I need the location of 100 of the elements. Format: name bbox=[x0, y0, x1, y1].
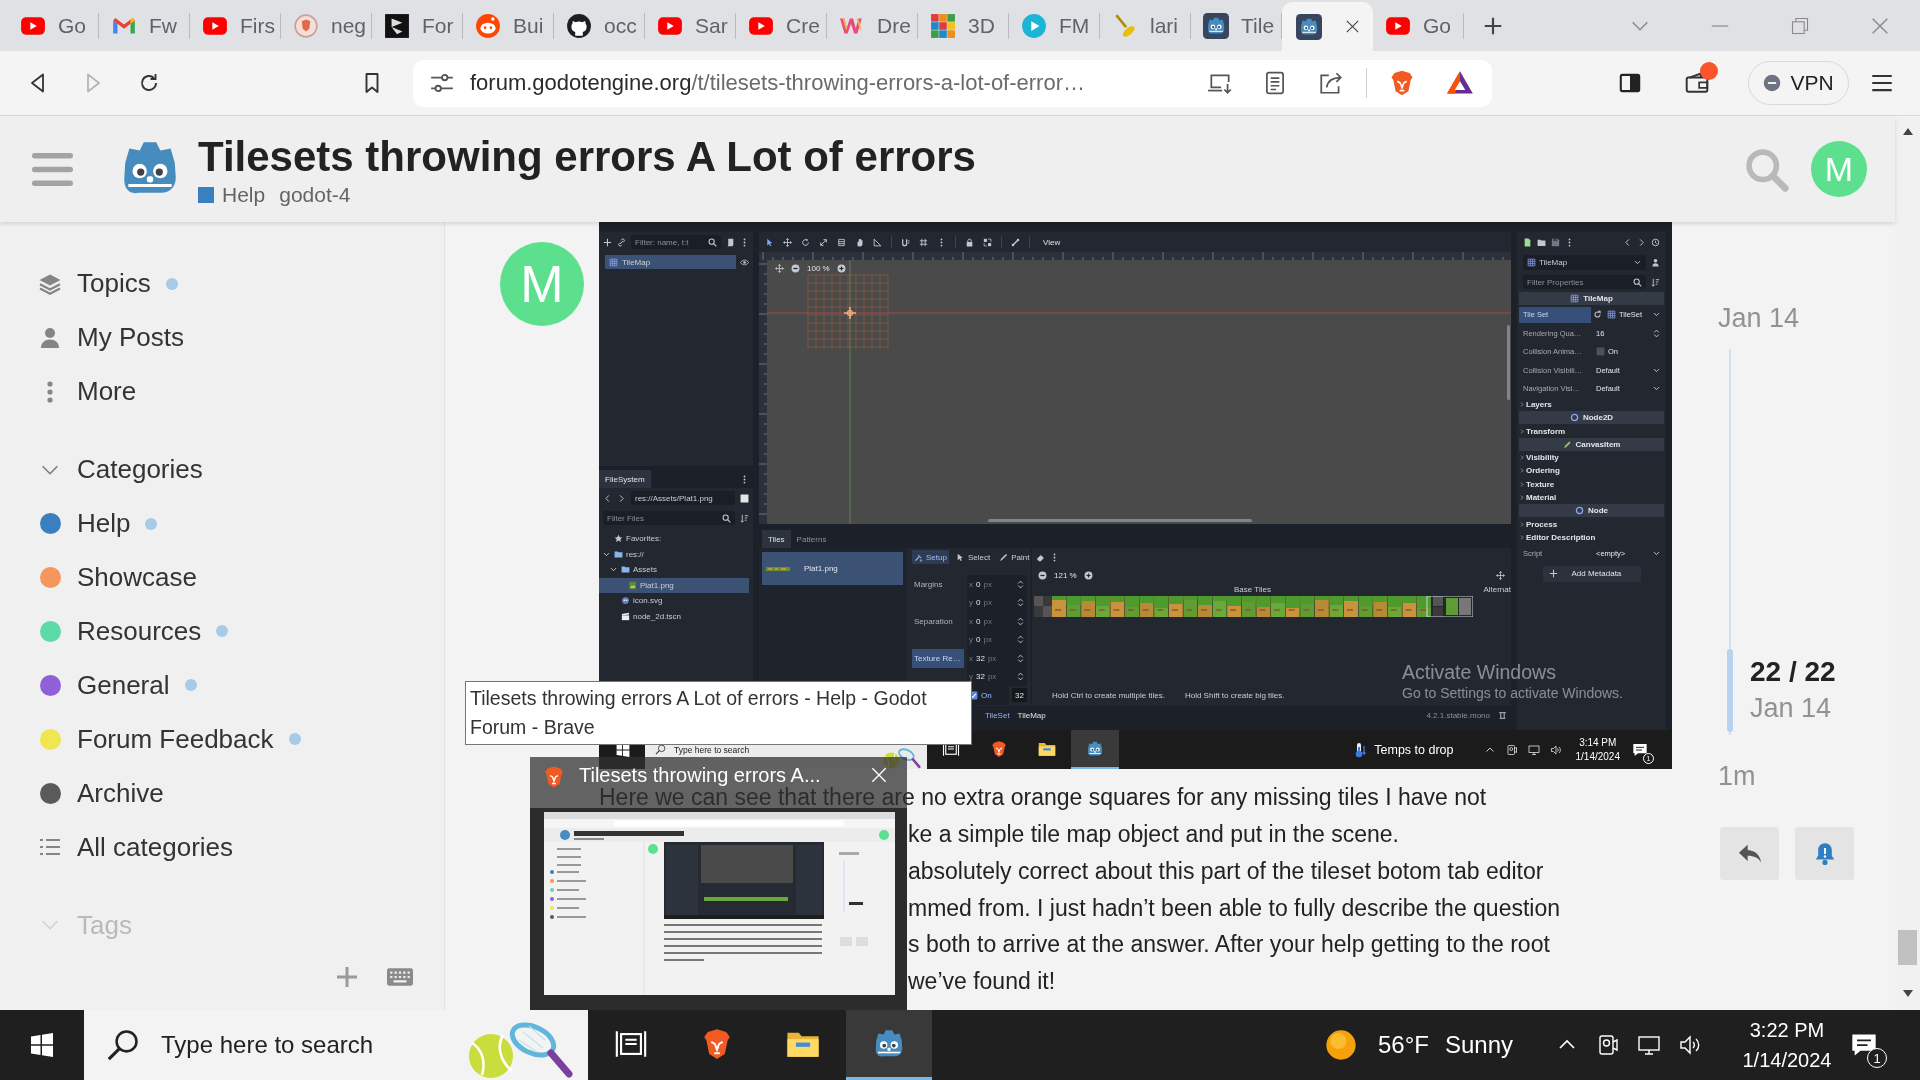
notification-icon[interactable] bbox=[1632, 741, 1648, 758]
property-group[interactable]: Material bbox=[1519, 490, 1664, 505]
move-icon[interactable] bbox=[783, 237, 792, 247]
browser-tab[interactable]: Bui bbox=[463, 0, 554, 51]
browser-tab[interactable]: Dre bbox=[827, 0, 918, 51]
group-icon[interactable] bbox=[983, 237, 992, 247]
property-group[interactable]: Transform bbox=[1519, 424, 1664, 438]
mode-button[interactable]: Setup bbox=[912, 550, 949, 564]
browser-tab[interactable]: Go bbox=[8, 0, 99, 51]
pointer-icon[interactable] bbox=[765, 237, 774, 247]
mode-button[interactable]: Select bbox=[953, 550, 993, 564]
section-header[interactable]: Node bbox=[1519, 504, 1664, 518]
weather-text[interactable]: Temps to drop bbox=[1374, 742, 1454, 757]
category-link[interactable]: Resources bbox=[0, 604, 237, 659]
share-icon[interactable] bbox=[1318, 70, 1344, 96]
filter-field[interactable]: Filter Properties bbox=[1523, 275, 1646, 289]
close-icon[interactable] bbox=[869, 765, 889, 785]
browser-tab[interactable]: Go bbox=[1373, 0, 1464, 51]
category-link[interactable]: General bbox=[0, 658, 205, 713]
file-tree-item[interactable]: icon.svg bbox=[599, 593, 749, 609]
mode-button[interactable]: Paint bbox=[997, 550, 1032, 564]
browser-tab[interactable]: For bbox=[372, 0, 463, 51]
search-field[interactable]: Type here to search bbox=[84, 1010, 588, 1080]
property-group[interactable]: Texture bbox=[1519, 477, 1664, 491]
zoom-in-icon[interactable] bbox=[836, 264, 846, 273]
network-icon[interactable] bbox=[1527, 743, 1540, 756]
forward-icon[interactable] bbox=[1637, 237, 1646, 247]
tile-source-item[interactable]: Plat1.png bbox=[762, 552, 903, 585]
sort-icon[interactable] bbox=[1651, 277, 1660, 287]
zoom-out-icon[interactable] bbox=[1038, 570, 1047, 580]
eraser-icon[interactable] bbox=[1036, 552, 1046, 562]
browser-tab[interactable]: neg bbox=[281, 0, 372, 51]
browser-tab[interactable]: lari bbox=[1100, 0, 1191, 51]
timeline-handle[interactable] bbox=[1727, 649, 1733, 732]
grid-icon[interactable] bbox=[919, 237, 928, 247]
history-icon[interactable] bbox=[1651, 237, 1660, 247]
file-tree-item[interactable]: Assets bbox=[599, 562, 749, 578]
path-field[interactable]: res://Assets/Plat1.png bbox=[631, 491, 735, 505]
category-link[interactable]: Help bbox=[0, 496, 166, 551]
list-icon[interactable] bbox=[837, 237, 846, 247]
property-group[interactable]: Visibility bbox=[1519, 451, 1664, 465]
back-icon[interactable] bbox=[1623, 237, 1632, 247]
keyboard-icon[interactable] bbox=[387, 967, 413, 986]
property-group[interactable]: Ordering bbox=[1519, 464, 1664, 478]
scale-icon[interactable] bbox=[819, 237, 828, 247]
panel-tab[interactable]: Patterns bbox=[790, 530, 833, 548]
folder-icon[interactable] bbox=[1537, 237, 1546, 247]
save-icon[interactable] bbox=[1551, 237, 1560, 247]
category-link[interactable]: Help bbox=[198, 181, 266, 209]
scene-tree-item[interactable]: TileMap bbox=[605, 255, 736, 269]
property-group[interactable]: Process bbox=[1519, 517, 1664, 531]
pin-icon[interactable] bbox=[1498, 710, 1507, 720]
editor-tab[interactable]: TileSet bbox=[985, 710, 1010, 720]
browser-tab[interactable]: FM bbox=[1009, 0, 1100, 51]
section-header[interactable]: Node2D bbox=[1519, 411, 1664, 425]
property-group[interactable]: Layers bbox=[1519, 397, 1664, 412]
filter-field[interactable]: Filter: name, t:t bbox=[631, 235, 721, 249]
person-icon[interactable] bbox=[1651, 257, 1660, 267]
temperature-text[interactable]: 56°F bbox=[1378, 1031, 1429, 1059]
sidebar-link[interactable]: My Posts bbox=[0, 310, 192, 365]
editor-tab[interactable]: TileMap bbox=[1017, 710, 1046, 720]
timeline-track[interactable] bbox=[1729, 349, 1731, 735]
weather-text[interactable]: Sunny bbox=[1444, 1031, 1513, 1059]
scroll-icon[interactable] bbox=[726, 237, 735, 247]
volume-icon[interactable] bbox=[1678, 1033, 1702, 1057]
link-icon[interactable] bbox=[617, 237, 626, 247]
file-tree-item[interactable]: Plat1.png bbox=[599, 577, 749, 593]
view-menu[interactable]: View bbox=[1039, 237, 1065, 247]
browser-tab[interactable]: occ bbox=[554, 0, 645, 51]
scroll-up-icon[interactable] bbox=[1901, 126, 1914, 136]
vpn-button[interactable]: VPN bbox=[1748, 61, 1849, 105]
visibility-icon[interactable] bbox=[740, 257, 749, 267]
close-icon[interactable] bbox=[1344, 18, 1361, 35]
move-icon[interactable] bbox=[775, 264, 784, 273]
property-group[interactable]: Editor Description bbox=[1519, 530, 1664, 545]
hand-icon[interactable] bbox=[855, 237, 864, 247]
number-field[interactable]: x 0 px bbox=[967, 612, 1027, 631]
ruler-icon[interactable] bbox=[873, 237, 882, 247]
lock-icon[interactable] bbox=[965, 237, 974, 247]
section-header[interactable]: CanvasItem bbox=[1519, 437, 1664, 451]
panel-tab[interactable]: Tiles bbox=[762, 530, 791, 548]
browser-tab[interactable]: Tile bbox=[1191, 0, 1282, 51]
plus-icon[interactable] bbox=[1482, 15, 1504, 37]
browser-tab[interactable]: Sar bbox=[645, 0, 736, 51]
square-icon[interactable] bbox=[740, 493, 749, 503]
browser-tab[interactable]: 3D bbox=[918, 0, 1009, 51]
scrollbar-thumb[interactable] bbox=[1898, 930, 1917, 965]
category-link[interactable]: Showcase bbox=[0, 550, 205, 605]
number-field[interactable]: x 32 px bbox=[967, 649, 1027, 668]
sidebar-link[interactable]: More bbox=[0, 364, 145, 419]
browser-tab[interactable]: Firs bbox=[190, 0, 281, 51]
scroll-down-icon[interactable] bbox=[1901, 989, 1914, 999]
zoom-out-icon[interactable] bbox=[791, 264, 800, 273]
sidebar-link[interactable]: Topics bbox=[0, 257, 186, 311]
browser-tab[interactable]: Cre bbox=[736, 0, 827, 51]
rotate-icon[interactable] bbox=[801, 237, 810, 247]
filter-field[interactable]: Filter Files bbox=[603, 511, 735, 525]
bone-icon[interactable] bbox=[1011, 237, 1020, 247]
categories-toggle[interactable]: Categories bbox=[0, 442, 211, 497]
move-icon[interactable] bbox=[1496, 570, 1505, 580]
